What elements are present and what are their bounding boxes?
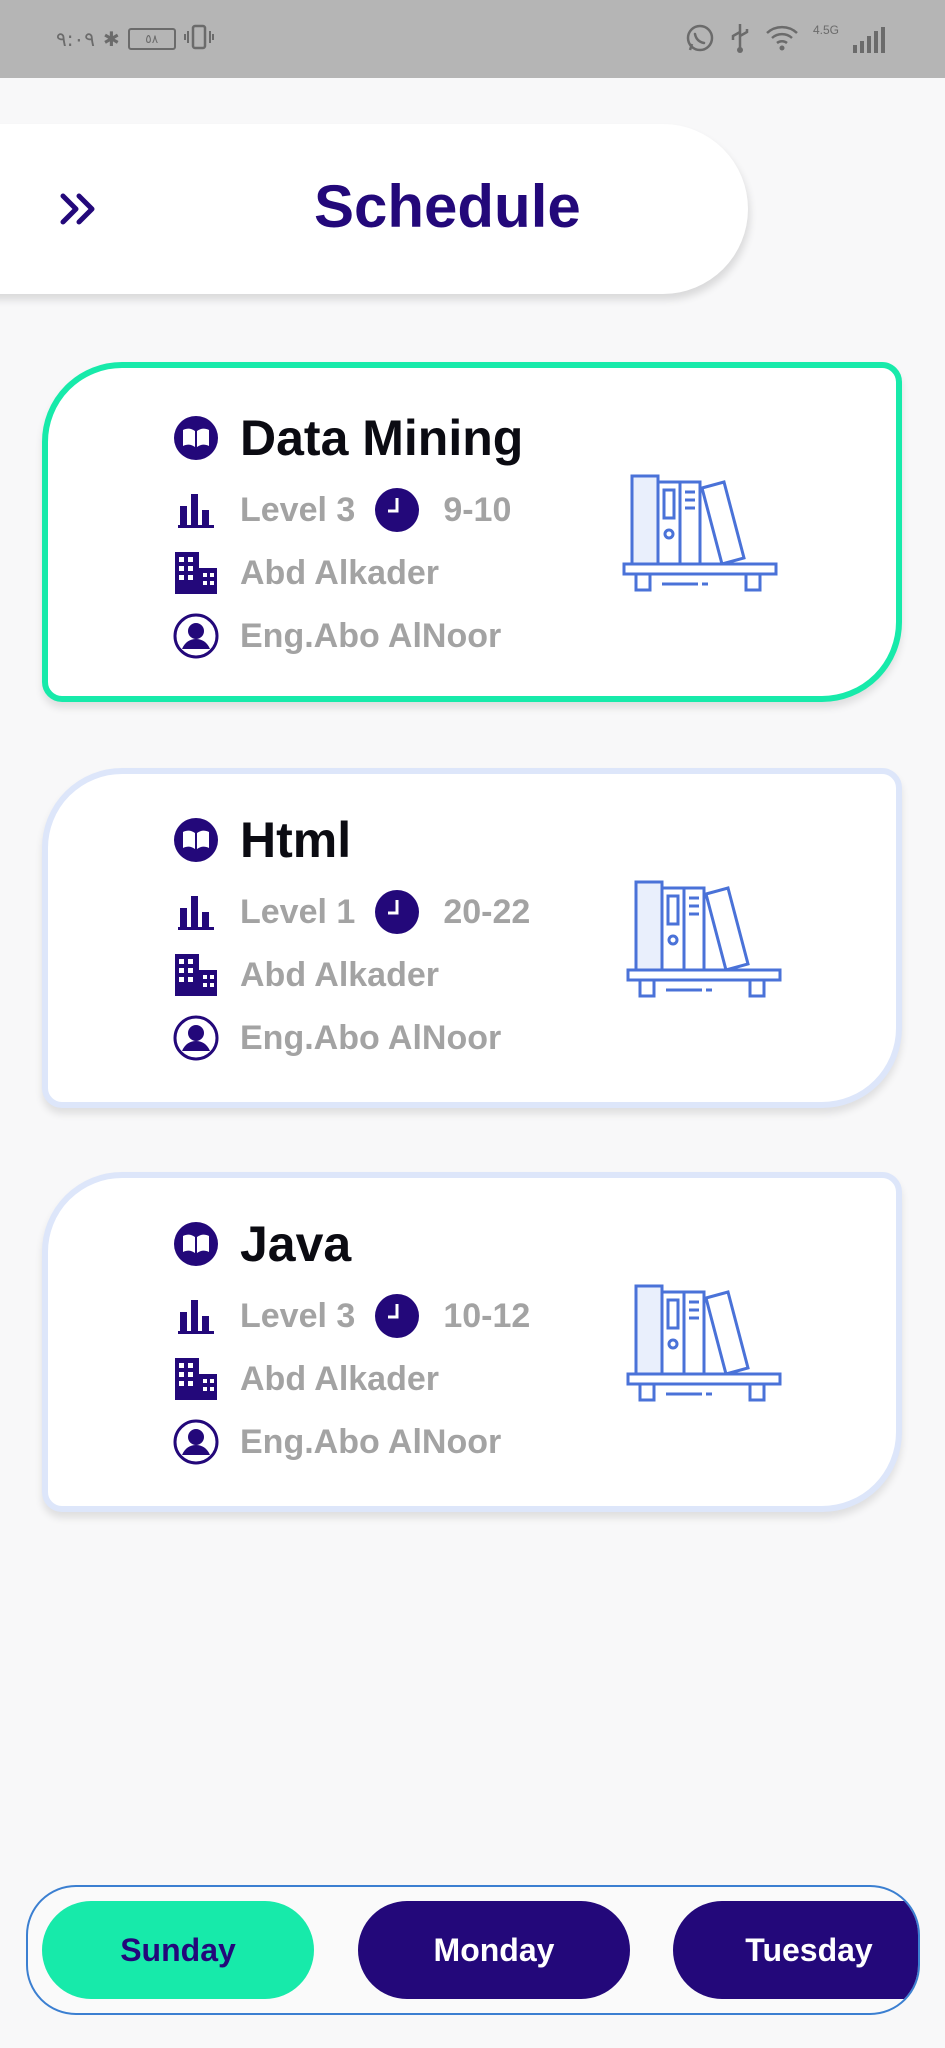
building-name: Abd Alkader [240, 1360, 440, 1398]
instructor-name: Eng.Abo AlNoor [240, 617, 502, 655]
course-time: 9-10 [443, 491, 512, 529]
wifi-icon [765, 24, 799, 57]
whatsapp-icon [685, 23, 715, 58]
bluetooth-icon: ✱ [102, 27, 120, 51]
building-row: Abd Alkader [172, 543, 439, 603]
user-icon [172, 1014, 220, 1062]
user-icon [172, 612, 220, 660]
status-right: 4.5G [685, 20, 885, 60]
status-left: ٩:٠٩ ✱ ٥٨ [56, 22, 214, 56]
course-title-row: Html [172, 810, 351, 870]
level-time-row: Level 3 10-12 [172, 1286, 530, 1346]
book-icon [172, 1220, 220, 1268]
header: Schedule [0, 124, 748, 294]
instructor-row: Eng.Abo AlNoor [172, 606, 501, 666]
double-chevron-right-icon [59, 192, 99, 231]
building-name: Abd Alkader [240, 956, 440, 994]
bookshelf-icon [626, 1282, 782, 1406]
day-tab-tuesday[interactable]: Tuesday [673, 1901, 918, 1999]
bar-chart-icon [172, 888, 220, 936]
bar-chart-icon [172, 486, 220, 534]
level-time-row: Level 3 9-10 [172, 480, 511, 540]
clock-icon [373, 1292, 421, 1340]
status-time: ٩:٠٩ [56, 27, 95, 51]
course-card-html[interactable]: Html Level 1 20-22 Abd Alkader Eng.Abo A… [42, 768, 902, 1108]
course-card-java[interactable]: Java Level 3 10-12 Abd Alkader Eng.Abo A… [42, 1172, 902, 1512]
course-time: 10-12 [443, 1297, 531, 1335]
instructor-row: Eng.Abo AlNoor [172, 1412, 501, 1472]
book-icon [172, 414, 220, 462]
course-time: 20-22 [443, 893, 531, 931]
instructor-name: Eng.Abo AlNoor [240, 1423, 502, 1461]
menu-button[interactable] [52, 184, 106, 238]
building-row: Abd Alkader [172, 945, 439, 1005]
usb-icon [729, 22, 751, 59]
course-level: Level 3 [240, 1297, 356, 1335]
course-name: Java [240, 1216, 352, 1272]
course-name: Data Mining [240, 410, 524, 466]
bar-chart-icon [172, 1292, 220, 1340]
building-icon [172, 549, 220, 597]
book-icon [172, 816, 220, 864]
level-time-row: Level 1 20-22 [172, 882, 530, 942]
building-icon [172, 1355, 220, 1403]
day-selector: Sunday Monday Tuesday [26, 1885, 920, 2015]
instructor-row: Eng.Abo AlNoor [172, 1008, 501, 1068]
clock-icon [373, 486, 421, 534]
course-level: Level 1 [240, 893, 356, 931]
bookshelf-icon [626, 878, 782, 1002]
signal-icon [853, 27, 885, 53]
day-tab-monday[interactable]: Monday [358, 1901, 630, 1999]
course-name: Html [240, 812, 352, 868]
building-row: Abd Alkader [172, 1349, 439, 1409]
bookshelf-icon [622, 472, 778, 596]
course-level: Level 3 [240, 491, 356, 529]
instructor-name: Eng.Abo AlNoor [240, 1019, 502, 1057]
building-name: Abd Alkader [240, 554, 440, 592]
battery-icon: ٥٨ [127, 28, 176, 50]
network-type: 4.5G [812, 23, 839, 37]
course-title-row: Data Mining [172, 408, 523, 468]
user-icon [172, 1418, 220, 1466]
page-title: Schedule [314, 173, 581, 240]
course-title-row: Java [172, 1214, 351, 1274]
course-card-data-mining[interactable]: Data Mining Level 3 9-10 Abd Alkader Eng… [42, 362, 902, 702]
vibrate-icon [183, 23, 214, 56]
building-icon [172, 951, 220, 999]
day-tab-sunday[interactable]: Sunday [42, 1901, 314, 1999]
clock-icon [373, 888, 421, 936]
status-bar: ٩:٠٩ ✱ ٥٨ 4.5G [0, 0, 945, 78]
